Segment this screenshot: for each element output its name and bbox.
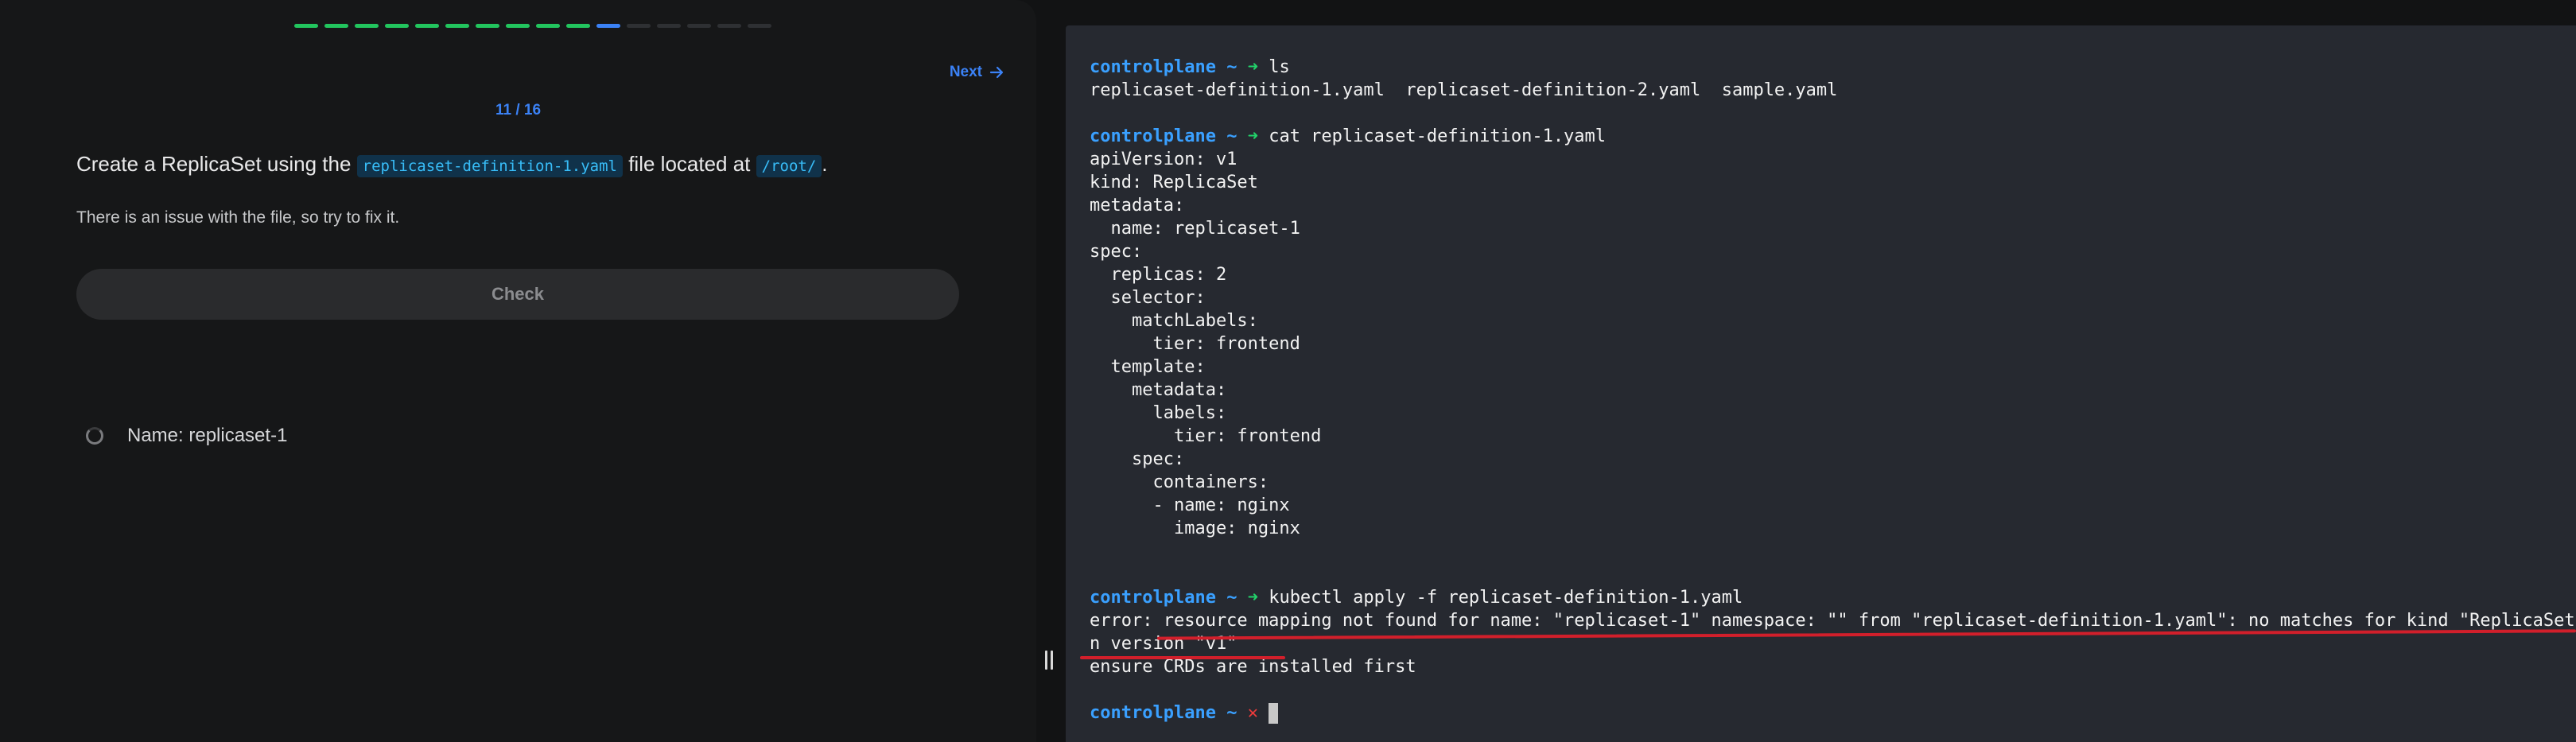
terminal-prompt-line: controlplane ~ ➜ cat replicaset-definiti… <box>1090 125 2576 148</box>
progress-segment <box>748 24 771 28</box>
terminal-prompt-line: controlplane ~ ✕ <box>1090 701 2576 725</box>
error-highlight-underline <box>1080 656 1285 659</box>
progress-segment <box>355 24 379 28</box>
progress-segment <box>657 24 681 28</box>
prompt-arrow-icon: ➜ <box>1247 126 1258 146</box>
grip-icon <box>1051 651 1053 670</box>
arrow-right-icon <box>989 66 1004 79</box>
progress-segment <box>536 24 560 28</box>
terminal-command: ls <box>1257 57 1290 77</box>
terminal-output-line: replicaset-definition-1.yaml replicaset-… <box>1090 80 1838 100</box>
terminal-output-line: apiVersion: v1 <box>1090 150 1237 169</box>
terminal-prompt-line: controlplane ~ ➜ kubectl apply -f replic… <box>1090 586 2576 609</box>
terminal-output-line: error: resource mapping not found for na… <box>1090 611 2576 631</box>
prompt-tilde: ~ <box>1215 126 1248 146</box>
panel-resize-handle[interactable] <box>1045 651 1053 670</box>
progress-segment <box>596 24 620 28</box>
terminal-output-line: spec: <box>1090 242 1143 262</box>
terminal-output-line: tier: frontend <box>1090 334 1300 354</box>
file-code: replicaset-definition-1.yaml <box>356 155 623 177</box>
progress-segment <box>627 24 651 28</box>
terminal-output-line: containers: <box>1090 472 1269 492</box>
terminal-output-line: replicas: 2 <box>1090 265 1227 285</box>
terminal-prompt-line: controlplane ~ ➜ ls <box>1090 56 2576 79</box>
terminal-output-line: ensure CRDs are installed first <box>1090 657 1416 677</box>
terminal-output-line: tier: frontend <box>1090 426 1322 446</box>
prompt-host: controlplane <box>1090 588 1216 608</box>
prompt-error-icon: ✕ <box>1247 703 1258 723</box>
grip-icon <box>1045 651 1047 670</box>
terminal-command: cat replicaset-definition-1.yaml <box>1257 126 1607 146</box>
prompt-host: controlplane <box>1090 126 1216 146</box>
terminal-output: controlplane ~ ➜ ls replicaset-definition… <box>1090 56 2576 725</box>
progress-segment <box>385 24 409 28</box>
pending-status-icon <box>86 427 103 445</box>
question-counter: 11 / 16 <box>495 102 542 118</box>
question-prefix: Create a ReplicaSet using the <box>76 152 352 176</box>
question-middle: file located at <box>628 152 751 176</box>
terminal-cursor <box>1269 703 1279 724</box>
terminal-output-line: metadata: <box>1090 380 1227 400</box>
task-item: Name: replicaset-1 <box>86 425 287 447</box>
progress-segment <box>415 24 439 28</box>
terminal-output-line: template: <box>1090 357 1206 377</box>
prompt-tilde: ~ <box>1215 57 1248 77</box>
prompt-arrow-icon: ➜ <box>1247 57 1258 77</box>
lab-question-panel: Next 11 / 16 Create a ReplicaSet using t… <box>0 0 1036 742</box>
progress-bar <box>294 24 771 28</box>
terminal-command: kubectl apply -f replicaset-definition-1… <box>1257 588 1743 608</box>
question-text: Create a ReplicaSet using the replicaset… <box>76 150 828 181</box>
question-hint: There is an issue with the file, so try … <box>76 208 400 227</box>
progress-segment <box>324 24 348 28</box>
path-code: /root/ <box>756 155 822 177</box>
terminal-output-line: - name: nginx <box>1090 495 1290 515</box>
terminal-output-line: kind: ReplicaSet <box>1090 173 1258 192</box>
progress-segment <box>476 24 499 28</box>
next-label: Next <box>949 64 982 80</box>
terminal-output-line: name: replicaset-1 <box>1090 219 1300 239</box>
progress-segment <box>445 24 469 28</box>
prompt-host: controlplane <box>1090 57 1216 77</box>
terminal-output-line: matchLabels: <box>1090 311 1258 331</box>
next-button[interactable]: Next <box>950 64 1004 81</box>
progress-segment <box>687 24 711 28</box>
prompt-tilde: ~ <box>1215 703 1248 723</box>
question-suffix: . <box>822 152 828 176</box>
task-label: Name: replicaset-1 <box>127 425 288 446</box>
terminal-output-line: spec: <box>1090 449 1185 469</box>
terminal-output-line: labels: <box>1090 403 1227 423</box>
terminal-output-line: metadata: <box>1090 196 1185 216</box>
prompt-tilde: ~ <box>1215 588 1248 608</box>
prompt-host: controlplane <box>1090 703 1216 723</box>
progress-segment <box>717 24 741 28</box>
prompt-arrow-icon: ➜ <box>1247 588 1258 608</box>
progress-segment <box>506 24 530 28</box>
terminal-output-line: selector: <box>1090 288 1206 308</box>
progress-segment <box>566 24 590 28</box>
check-button[interactable]: Check <box>76 269 959 320</box>
terminal-output-line: image: nginx <box>1090 519 1300 538</box>
progress-segment <box>294 24 318 28</box>
